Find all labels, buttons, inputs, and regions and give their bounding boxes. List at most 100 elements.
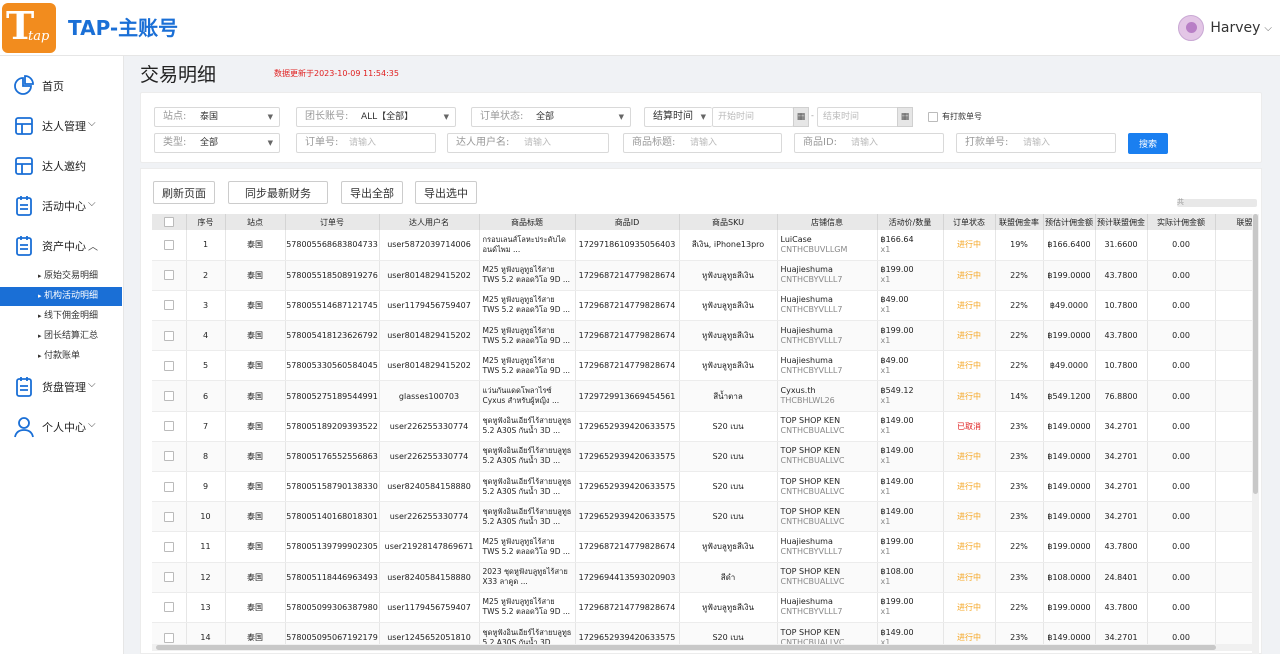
table-row[interactable]: 7 泰国 578005189209393522 user226255330774 ชุด… <box>152 411 1258 442</box>
product-id-field[interactable] <box>851 135 936 151</box>
search-button[interactable]: 搜索 <box>1128 133 1168 154</box>
sidebar-subitem-raw-trades[interactable]: 原始交易明细 <box>0 267 122 286</box>
product-title-input[interactable]: 商品标题: <box>623 133 782 153</box>
table-row[interactable]: 2 泰国 578005518508919276 user8014829415202 M2… <box>152 260 1258 291</box>
paid-only-checkbox[interactable] <box>928 112 938 122</box>
row-checkbox[interactable] <box>163 511 174 522</box>
order-status-select[interactable]: 订单状态: 全部 ▼ <box>471 107 631 127</box>
sidebar-subitem-leader-settlement[interactable]: 团长结算汇总 <box>0 327 122 346</box>
table-row[interactable]: 12 泰国 578005118446963493 user8240584158880 2… <box>152 562 1258 593</box>
row-select-cell[interactable] <box>152 531 187 563</box>
select-all-checkbox[interactable] <box>163 217 174 227</box>
settle-time-label[interactable]: 结算时间 ▼ <box>644 107 712 127</box>
table-row[interactable]: 4 泰国 578005418123626792 user8014829415202 M2… <box>152 320 1258 352</box>
site-select[interactable]: 站点: 泰国 ▼ <box>154 107 280 127</box>
row-checkbox[interactable] <box>163 330 174 341</box>
table-row[interactable]: 5 泰国 578005330560584045 user8014829415202 M2… <box>152 350 1258 382</box>
chevron-down-icon[interactable]: ⌵ <box>1264 23 1272 34</box>
row-select-cell[interactable] <box>152 501 187 533</box>
row-checkbox[interactable] <box>163 421 174 432</box>
end-time-input[interactable] <box>817 107 899 127</box>
col-header[interactable]: 联盟佣金率 <box>995 214 1044 230</box>
sidebar-subitem-org-activity[interactable]: 机构活动明细 <box>0 287 122 306</box>
row-checkbox[interactable] <box>163 239 174 250</box>
table-row[interactable]: 1 泰国 578005568683804733 user5872039714006 กร… <box>152 230 1258 261</box>
row-select-cell[interactable] <box>152 471 187 503</box>
row-checkbox[interactable] <box>163 391 174 402</box>
payment-no-field[interactable] <box>1023 135 1108 151</box>
sidebar-item-goods[interactable]: 货盘管理 ⌵ <box>0 372 124 402</box>
sidebar-item-influencer-manage[interactable]: 达人管理 ⌵ <box>0 111 124 141</box>
product-id-input[interactable]: 商品ID: <box>794 133 944 153</box>
col-header[interactable]: 商品标题 <box>479 214 576 230</box>
table-row[interactable]: 9 泰国 578005158790138330 user8240584158880 ชุ… <box>152 471 1258 503</box>
col-header[interactable]: 达人用户名 <box>379 214 480 230</box>
sidebar-subitem-offline-commission[interactable]: 线下佣金明细 <box>0 307 122 326</box>
col-header[interactable]: 商品ID <box>575 214 680 230</box>
col-header[interactable]: 序号 <box>186 214 226 230</box>
start-time-field[interactable] <box>718 109 788 125</box>
end-time-field[interactable] <box>823 109 893 125</box>
row-select-cell[interactable] <box>152 411 187 442</box>
horizontal-scrollbar[interactable] <box>152 644 1252 651</box>
scroll-thumb[interactable] <box>156 645 1216 650</box>
row-select-cell[interactable] <box>152 320 187 352</box>
row-select-cell[interactable] <box>152 290 187 322</box>
export-all-button[interactable]: 导出全部 <box>341 181 403 204</box>
col-header[interactable]: 活动价/数量 <box>877 214 944 230</box>
select-all-header[interactable] <box>152 214 187 230</box>
table-row[interactable]: 6 泰国 578005275189544991 glasses100703 แว่นกั… <box>152 380 1258 412</box>
scroll-thumb[interactable] <box>1253 214 1258 494</box>
type-select[interactable]: 类型: 全部 ▼ <box>154 133 280 153</box>
sidebar-item-activity[interactable]: 活动中心 ⌵ <box>0 191 124 221</box>
row-checkbox[interactable] <box>163 541 174 552</box>
col-header[interactable]: 预计联盟佣金 <box>1095 214 1148 230</box>
row-checkbox[interactable] <box>163 602 174 613</box>
col-header[interactable]: 实际计佣金额 <box>1147 214 1216 230</box>
table-row[interactable]: 11 泰国 578005139799902305 user21928147869671… <box>152 531 1258 563</box>
sidebar-item-assets[interactable]: 资产中心 ︿ <box>0 231 124 261</box>
user-menu[interactable]: Harvey ⌵ <box>1178 14 1272 42</box>
row-select-cell[interactable] <box>152 380 187 412</box>
start-time-input[interactable] <box>712 107 794 127</box>
row-checkbox[interactable] <box>163 360 174 371</box>
col-header[interactable]: 站点 <box>225 214 286 230</box>
row-select-cell[interactable] <box>152 350 187 382</box>
row-checkbox[interactable] <box>163 572 174 583</box>
sync-finance-button[interactable]: 同步最新财务 <box>228 181 328 204</box>
influencer-field[interactable] <box>524 135 604 151</box>
col-header[interactable]: 预估计佣金额 <box>1043 214 1096 230</box>
calendar-icon[interactable]: ▦ <box>793 107 809 127</box>
sidebar-item-home[interactable]: 首页 <box>0 71 124 101</box>
row-checkbox[interactable] <box>163 270 174 281</box>
table-row[interactable]: 3 泰国 578005514687121745 user1179456759407 M2… <box>152 290 1258 322</box>
row-checkbox[interactable] <box>163 481 174 492</box>
calendar-icon[interactable]: ▦ <box>897 107 913 127</box>
payment-no-input[interactable]: 打款单号: <box>956 133 1116 153</box>
influencer-input[interactable]: 达人用户名: <box>447 133 609 153</box>
sidebar-item-personal[interactable]: 个人中心 ⌵ <box>0 412 124 442</box>
sidebar-item-influencer-invite[interactable]: 达人邀约 <box>0 151 124 181</box>
row-select-cell[interactable] <box>152 592 187 623</box>
row-checkbox[interactable] <box>163 632 174 643</box>
row-select-cell[interactable] <box>152 562 187 593</box>
col-header[interactable]: 商品SKU <box>679 214 778 230</box>
order-no-input[interactable]: 订单号: <box>296 133 436 153</box>
refresh-button[interactable]: 刷新页面 <box>153 181 215 204</box>
row-select-cell[interactable] <box>152 230 187 261</box>
row-select-cell[interactable] <box>152 260 187 291</box>
row-checkbox[interactable] <box>163 300 174 311</box>
col-header[interactable]: 订单号 <box>285 214 380 230</box>
col-header[interactable]: 订单状态 <box>943 214 996 230</box>
table-row[interactable]: 13 泰国 578005099306387980 user1179456759407 M… <box>152 592 1258 623</box>
table-row[interactable]: 10 泰国 578005140168018301 user226255330774 ชุ… <box>152 501 1258 533</box>
export-selected-button[interactable]: 导出选中 <box>415 181 477 204</box>
col-header[interactable]: 店铺信息 <box>777 214 878 230</box>
leader-account-select[interactable]: 团长账号: ALL【全部】 ▼ <box>296 107 456 127</box>
order-no-field[interactable] <box>349 135 429 151</box>
user-avatar[interactable] <box>1178 15 1205 41</box>
sidebar-subitem-payment-bills[interactable]: 付款账单 <box>0 347 122 366</box>
product-title-field[interactable] <box>690 135 775 151</box>
row-checkbox[interactable] <box>163 451 174 462</box>
table-row[interactable]: 8 泰国 578005176552556863 user226255330774 ชุด… <box>152 441 1258 473</box>
